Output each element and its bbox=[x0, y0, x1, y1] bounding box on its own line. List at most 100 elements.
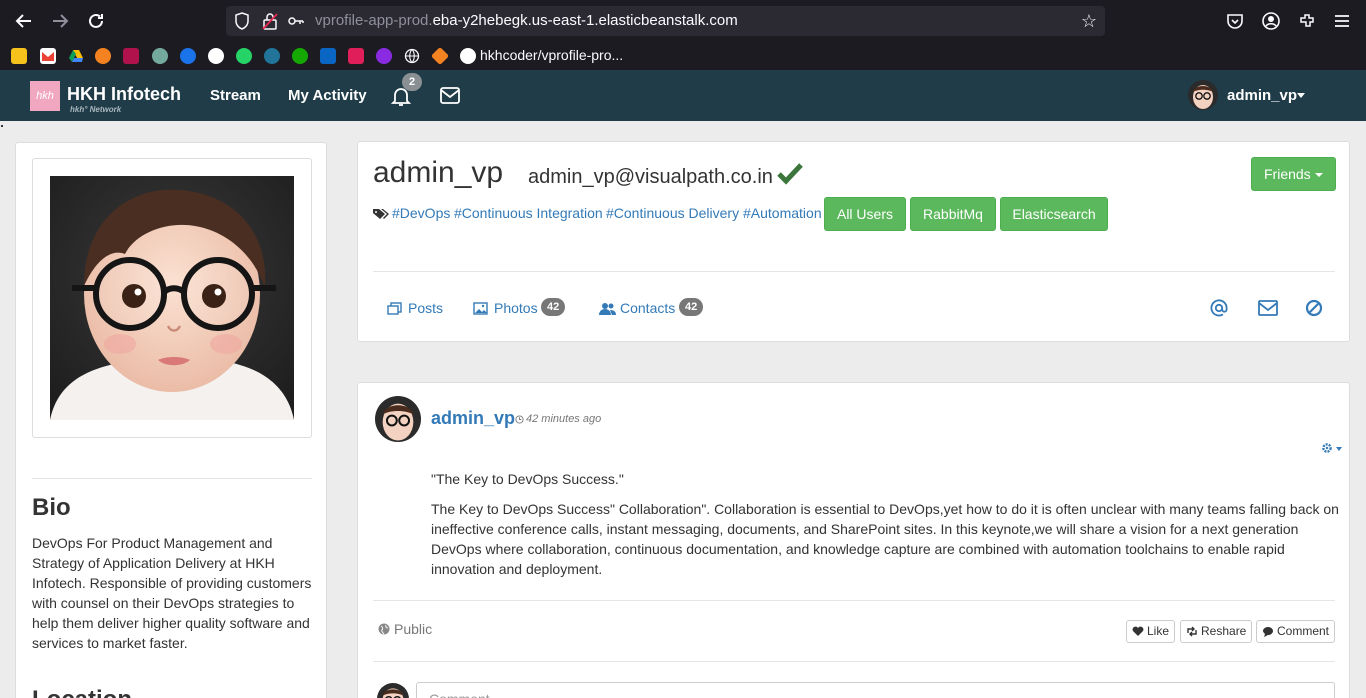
reshare-label: Reshare bbox=[1201, 624, 1247, 638]
gear-icon[interactable] bbox=[1321, 442, 1333, 454]
bookmark-red-icon[interactable] bbox=[123, 48, 139, 64]
post-timestamp[interactable]: 42 minutes ago bbox=[526, 413, 601, 425]
profile-photo-frame bbox=[32, 158, 312, 438]
menu-icon[interactable] bbox=[1332, 11, 1352, 31]
globe-icon bbox=[378, 623, 390, 635]
bookmark-star-icon[interactable]: ☆ bbox=[1081, 11, 1097, 32]
tag-continuous-delivery[interactable]: #Continuous Delivery bbox=[606, 205, 739, 221]
url-bar[interactable]: vprofile-app-prod.eba-y2hebegk.us-east-1… bbox=[226, 6, 1105, 36]
bookmark-gmail-icon[interactable] bbox=[40, 48, 56, 64]
bookmark-aws-icon[interactable] bbox=[430, 46, 450, 66]
bookmark-purple-icon[interactable] bbox=[376, 48, 392, 64]
bookmark-github-icon[interactable] bbox=[460, 48, 476, 64]
nav-my-activity[interactable]: My Activity bbox=[288, 87, 367, 104]
bio-heading: Bio bbox=[32, 494, 71, 521]
post-author[interactable]: admin_vp bbox=[431, 408, 515, 429]
brand-name[interactable]: HKH Infotech bbox=[67, 84, 181, 105]
clock-icon bbox=[515, 415, 524, 424]
elasticsearch-button[interactable]: Elasticsearch bbox=[1000, 197, 1108, 231]
divider bbox=[373, 661, 1335, 662]
bookmark-drive-icon[interactable] bbox=[68, 48, 84, 64]
divider-dot bbox=[1, 125, 3, 127]
tag-continuous-integration[interactable]: #Continuous Integration bbox=[454, 205, 603, 221]
url-text[interactable]: vprofile-app-prod.eba-y2hebegk.us-east-1… bbox=[315, 12, 738, 29]
mention-icon[interactable] bbox=[1210, 299, 1228, 317]
divider bbox=[32, 478, 312, 479]
app-navbar: hkh HKH Infotech hkh° Network Stream My … bbox=[0, 70, 1366, 121]
reshare-button[interactable]: Reshare bbox=[1180, 620, 1253, 643]
comment-icon bbox=[1263, 627, 1273, 637]
bookmark-whatsapp-icon[interactable] bbox=[236, 48, 252, 64]
bookmark-github-icon[interactable] bbox=[208, 48, 224, 64]
comment-input[interactable] bbox=[416, 682, 1335, 698]
photos-icon[interactable] bbox=[473, 302, 488, 315]
bookmark-keep-icon[interactable] bbox=[11, 48, 27, 64]
divider bbox=[373, 271, 1335, 272]
tags-icon bbox=[373, 209, 389, 219]
heart-icon bbox=[1132, 626, 1144, 636]
shield-icon[interactable] bbox=[234, 12, 250, 30]
avatar[interactable] bbox=[375, 396, 421, 442]
bookmarks-bar: hkhcoder/vprofile-pro... bbox=[0, 42, 1366, 70]
envelope-icon[interactable] bbox=[440, 87, 460, 104]
contacts-count-badge: 42 bbox=[679, 298, 704, 316]
all-users-button[interactable]: All Users bbox=[824, 197, 906, 231]
like-button[interactable]: Like bbox=[1126, 620, 1176, 643]
bookmark-slack-icon[interactable] bbox=[348, 48, 364, 64]
rabbitmq-button[interactable]: RabbitMq bbox=[910, 197, 996, 231]
forward-arrow-icon[interactable] bbox=[48, 9, 72, 33]
bookmark-wordpress-icon[interactable] bbox=[264, 48, 280, 64]
nav-username[interactable]: admin_vp bbox=[1227, 87, 1297, 104]
friends-label: Friends bbox=[1264, 166, 1311, 182]
caret-down-icon bbox=[1315, 173, 1323, 177]
tab-contacts[interactable]: Contacts bbox=[620, 300, 675, 316]
post-title: "The Key to DevOps Success." bbox=[431, 471, 624, 487]
verified-check-icon bbox=[777, 163, 803, 185]
profile-photo[interactable] bbox=[50, 176, 294, 420]
extensions-icon[interactable] bbox=[1297, 11, 1317, 31]
posts-icon[interactable] bbox=[387, 302, 402, 315]
bookmark-linkedin-icon[interactable] bbox=[320, 48, 336, 64]
friends-button[interactable]: Friends bbox=[1251, 157, 1336, 191]
brand-logo[interactable]: hkh bbox=[30, 81, 60, 111]
avatar bbox=[377, 683, 409, 698]
profile-email: admin_vp@visualpath.co.in bbox=[528, 166, 773, 188]
bio-text: DevOps For Product Management and Strate… bbox=[32, 535, 312, 651]
comment-label: Comment bbox=[1277, 624, 1330, 638]
key-icon[interactable] bbox=[288, 14, 304, 28]
envelope-icon[interactable] bbox=[1258, 299, 1278, 317]
post-card: admin_vp 42 minutes ago "The Key to DevO… bbox=[357, 382, 1350, 698]
bookmark-label[interactable]: hkhcoder/vprofile-pro... bbox=[480, 47, 623, 63]
browser-toolbar: vprofile-app-prod.eba-y2hebegk.us-east-1… bbox=[0, 0, 1366, 42]
bookmark-upwork-icon[interactable] bbox=[292, 48, 308, 64]
contacts-icon[interactable] bbox=[599, 302, 616, 315]
reload-icon[interactable] bbox=[84, 9, 108, 33]
avatar[interactable] bbox=[1188, 80, 1218, 110]
post-body: The Key to DevOps Success" Collaboration… bbox=[431, 501, 1339, 577]
bookmark-globe-icon[interactable] bbox=[404, 48, 420, 64]
tag-devops[interactable]: #DevOps bbox=[392, 205, 450, 221]
bookmark-orange-icon[interactable] bbox=[95, 48, 111, 64]
caret-down-icon[interactable] bbox=[1336, 447, 1342, 451]
block-icon[interactable] bbox=[1305, 299, 1323, 317]
bookmark-blue-c-icon[interactable] bbox=[180, 48, 196, 64]
post-visibility[interactable]: Public bbox=[394, 621, 432, 637]
account-icon[interactable] bbox=[1261, 11, 1281, 31]
tab-posts[interactable]: Posts bbox=[408, 300, 443, 316]
pocket-icon[interactable] bbox=[1225, 11, 1245, 31]
profile-header: admin_vp admin_vp@visualpath.co.in Frien… bbox=[357, 141, 1350, 342]
notification-badge: 2 bbox=[402, 73, 422, 91]
back-arrow-icon[interactable] bbox=[12, 9, 36, 33]
bookmark-chatgpt-icon[interactable] bbox=[152, 48, 168, 64]
location-heading: Location bbox=[32, 686, 132, 698]
retweet-icon bbox=[1187, 626, 1197, 637]
comment-button[interactable]: Comment bbox=[1256, 620, 1336, 643]
caret-down-icon[interactable] bbox=[1297, 93, 1305, 98]
tag-automation[interactable]: #Automation bbox=[743, 205, 822, 221]
tab-photos[interactable]: Photos bbox=[494, 300, 538, 316]
brand-subtitle: hkh° Network bbox=[70, 105, 122, 114]
nav-stream[interactable]: Stream bbox=[210, 87, 261, 104]
insecure-lock-icon[interactable] bbox=[262, 12, 278, 30]
divider bbox=[373, 600, 1335, 601]
like-label: Like bbox=[1147, 624, 1170, 638]
